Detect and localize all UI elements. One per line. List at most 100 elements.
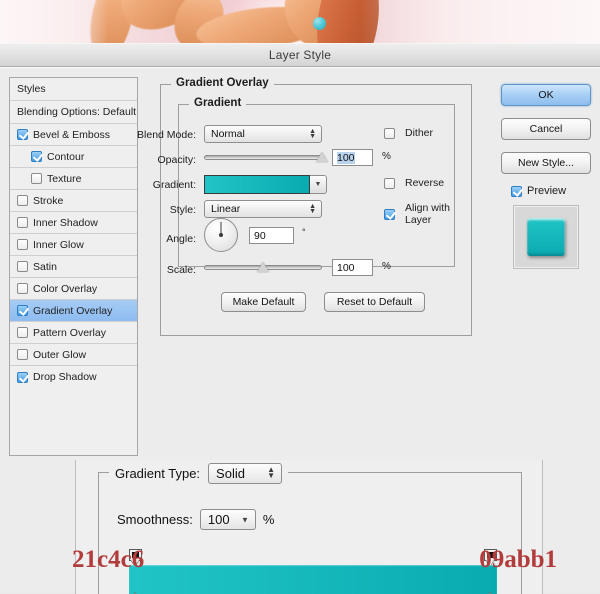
artwork-fade-left <box>0 0 108 43</box>
stepper-icon: ▲ ▼ <box>309 203 316 215</box>
style-enable-checkbox[interactable] <box>17 283 28 294</box>
ok-label: OK <box>538 89 554 101</box>
sidebar-item-label: Stroke <box>33 194 64 207</box>
scale-value: 100 <box>337 261 355 274</box>
stepper-icon: ▲ ▼ <box>267 465 276 480</box>
gradient-label-wrap: Gradient: <box>102 179 196 191</box>
new-style-button[interactable]: New Style... <box>501 152 591 174</box>
panel-title: Gradient Overlay <box>171 77 274 89</box>
style-enable-checkbox[interactable] <box>17 305 28 316</box>
opacity-label-wrap: Opacity: <box>102 154 196 166</box>
new-style-label: New Style... <box>517 157 575 169</box>
angle-unit: ° <box>302 227 306 237</box>
dither-checkbox-row[interactable]: Dither <box>384 127 433 139</box>
preview-swatch <box>527 218 565 256</box>
opacity-slider-track <box>204 155 322 160</box>
sidebar-item-gradient-overlay[interactable]: Gradient Overlay <box>10 300 137 322</box>
scale-unit: % <box>382 261 391 272</box>
dialog-title: Layer Style <box>268 48 332 62</box>
smoothness-row: Smoothness: 100 ▼ % <box>117 509 274 530</box>
opacity-input[interactable]: 100 <box>332 149 373 166</box>
preview-checkbox[interactable] <box>511 185 522 197</box>
dialog-titlebar: Layer Style <box>0 43 600 67</box>
sidebar-item-label: Outer Glow <box>33 348 87 361</box>
stepper-icon: ▲ ▼ <box>309 128 316 140</box>
gradient-type-value: Solid <box>216 465 245 481</box>
style-enable-checkbox[interactable] <box>17 195 28 206</box>
angle-input[interactable]: 90 <box>249 227 294 244</box>
smoothness-unit: % <box>262 512 275 527</box>
gradient-type-row: Gradient Type: Solid ▲ ▼ <box>109 462 289 484</box>
make-default-button[interactable]: Make Default <box>221 292 306 312</box>
sidebar-item-label: Texture <box>47 172 82 185</box>
gradient-picker[interactable]: ▼ <box>204 175 327 194</box>
angle-value: 90 <box>254 229 266 242</box>
dialog-body: Styles Blending Options: Default Bevel &… <box>0 67 600 594</box>
sidebar-item-drop-shadow[interactable]: Drop Shadow <box>10 366 137 388</box>
smoothness-value: 100 <box>207 512 230 527</box>
opacity-unit: % <box>382 151 391 162</box>
opacity-label: Opacity: <box>157 154 196 166</box>
sidebar-item-label: Contour <box>47 150 85 163</box>
angle-dial[interactable] <box>204 218 238 252</box>
blend-mode-value: Normal <box>211 128 245 140</box>
align-with-layer-checkbox[interactable] <box>384 208 395 220</box>
sidebar-item-blending-options[interactable]: Blending Options: Default <box>10 101 137 124</box>
dither-checkbox[interactable] <box>384 127 395 139</box>
reverse-checkbox-row[interactable]: Reverse <box>384 177 444 189</box>
sidebar-item-label: Satin <box>33 260 57 273</box>
sidebar-item-label: Drop Shadow <box>33 371 97 383</box>
gradient-swatch[interactable] <box>204 175 310 194</box>
sidebar-item-styles[interactable]: Styles <box>10 78 137 101</box>
scale-slider[interactable] <box>204 261 322 273</box>
reverse-checkbox[interactable] <box>384 177 395 189</box>
reverse-label: Reverse <box>405 177 445 189</box>
scale-label: Scale: <box>166 264 196 276</box>
scale-input[interactable]: 100 <box>332 259 373 276</box>
align-with-layer-row[interactable]: Align with Layer <box>384 202 454 226</box>
gradient-bar-wrap <box>129 549 497 594</box>
style-enable-checkbox[interactable] <box>17 349 28 360</box>
decorative-artwork-strip <box>0 0 600 43</box>
right-hex-annotation: 09abb1 <box>479 546 557 573</box>
scale-label-wrap: Scale: <box>102 264 196 276</box>
sidebar-item-label: Inner Shadow <box>33 216 98 229</box>
cancel-button[interactable]: Cancel <box>501 118 591 140</box>
sidebar-item-outer-glow[interactable]: Outer Glow <box>10 344 137 366</box>
smoothness-select[interactable]: 100 ▼ <box>199 509 256 530</box>
gradient-group-title: Gradient <box>189 97 247 109</box>
style-enable-checkbox[interactable] <box>17 327 28 338</box>
style-enable-checkbox[interactable] <box>17 217 28 228</box>
ok-button[interactable]: OK <box>501 84 591 106</box>
sidebar-item-color-overlay[interactable]: Color Overlay <box>10 278 137 300</box>
cancel-label: Cancel <box>529 123 563 135</box>
gradient-preview-bar[interactable] <box>129 565 497 594</box>
style-enable-checkbox[interactable] <box>17 371 28 383</box>
style-label: Style: <box>169 204 196 216</box>
left-hex-annotation: 21c4c6 <box>72 546 145 573</box>
style-enable-checkbox[interactable] <box>17 261 28 272</box>
opacity-value: 100 <box>337 151 355 164</box>
blend-mode-select[interactable]: Normal ▲ ▼ <box>204 125 322 143</box>
reset-to-default-button[interactable]: Reset to Default <box>324 292 425 312</box>
opacity-slider-thumb[interactable] <box>316 152 328 162</box>
sidebar-item-label: Gradient Overlay <box>33 304 113 317</box>
gradient-overlay-panel: Gradient Overlay Gradient Blend Mode: No… <box>137 77 472 336</box>
style-select[interactable]: Linear ▲ ▼ <box>204 200 322 218</box>
scale-slider-thumb[interactable] <box>257 262 269 272</box>
opacity-slider[interactable] <box>204 151 328 163</box>
artwork-dot <box>313 17 326 30</box>
gradient-group: Gradient Blend Mode: Normal ▲▼ Opacity: <box>137 97 455 276</box>
style-label-wrap: Style: <box>102 204 196 216</box>
chevron-down-icon[interactable]: ▼ <box>310 175 327 194</box>
sidebar-item-pattern-overlay[interactable]: Pattern Overlay <box>10 322 137 344</box>
style-enable-checkbox[interactable] <box>31 151 42 162</box>
style-enable-checkbox[interactable] <box>17 129 28 140</box>
gradient-editor-frame: Gradient Type: Solid ▲ ▼ Smoothness: 100 … <box>98 462 522 594</box>
sidebar-header-label: Styles <box>17 83 46 95</box>
style-enable-checkbox[interactable] <box>17 239 28 250</box>
style-enable-checkbox[interactable] <box>31 173 42 184</box>
gradient-label: Gradient: <box>152 179 196 191</box>
gradient-type-select[interactable]: Solid ▲ ▼ <box>208 462 283 484</box>
preview-checkbox-row[interactable]: Preview <box>501 185 591 197</box>
